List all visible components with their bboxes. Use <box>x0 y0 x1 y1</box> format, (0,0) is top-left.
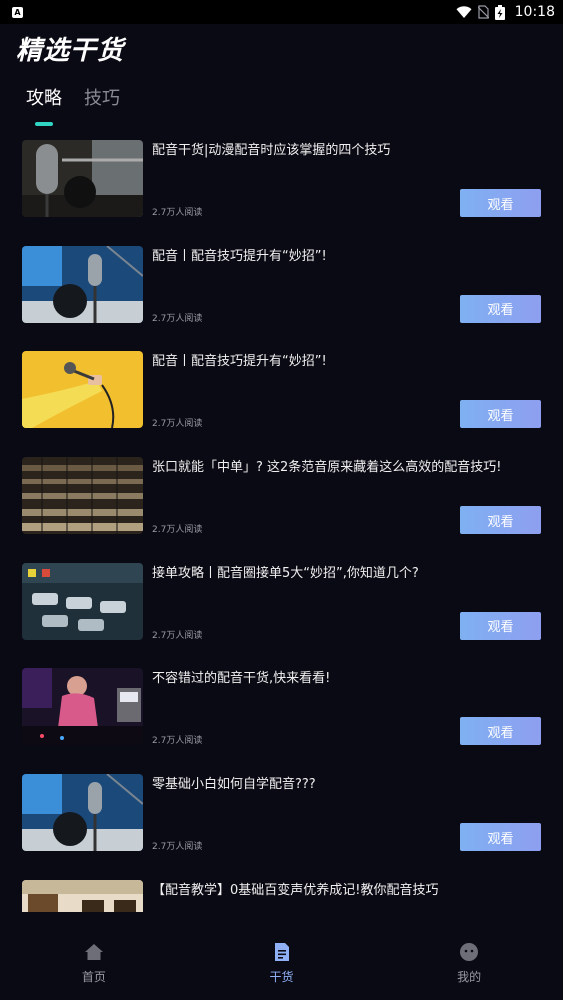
article-thumbnail[interactable] <box>22 140 143 217</box>
mixing-console-icon <box>22 457 143 535</box>
article-item[interactable]: 接单攻略丨配音圈接单5大“妙招”,你知道几个? 2.7万人阅读 观看 <box>0 549 563 655</box>
article-title[interactable]: 接单攻略丨配音圈接单5大“妙招”,你知道几个? <box>152 565 547 583</box>
page-title: 精选干货 <box>16 36 125 66</box>
status-bar: A 10:18 <box>0 0 563 24</box>
watch-button[interactable]: 观看 <box>460 400 541 429</box>
studio-room-icon <box>22 879 143 912</box>
watch-button[interactable]: 观看 <box>460 294 541 323</box>
watch-button[interactable]: 观看 <box>460 611 541 640</box>
article-title[interactable]: 不容错过的配音干货,快来看看! <box>152 670 547 688</box>
watch-button[interactable]: 观看 <box>460 717 541 746</box>
article-read-count: 2.7万人阅读 <box>152 842 203 853</box>
dj-studio-icon <box>22 668 143 746</box>
article-thumbnail[interactable] <box>22 879 143 912</box>
article-item[interactable]: 零基础小白如何自学配音??? 2.7万人阅读 观看 <box>0 760 563 866</box>
article-item[interactable]: 配音干货|动漫配音时应该掌握的四个技巧 2.7万人阅读 观看 <box>0 126 563 232</box>
article-thumbnail[interactable] <box>22 457 143 535</box>
wifi-icon <box>456 5 472 18</box>
article-read-count: 2.7万人阅读 <box>152 208 203 218</box>
watch-button[interactable]: 观看 <box>460 506 541 535</box>
article-item[interactable]: 配音丨配音技巧提升有“妙招”! 2.7万人阅读 观看 <box>0 232 563 338</box>
article-title[interactable]: 张口就能「中单」? 这2条范音原来藏着这么高效的配音技巧! <box>152 459 547 477</box>
article-thumbnail[interactable] <box>22 774 143 852</box>
watch-button[interactable]: 观看 <box>460 189 541 217</box>
article-read-count: 2.7万人阅读 <box>152 313 203 324</box>
status-time: 10:18 <box>514 4 555 20</box>
article-read-count: 2.7万人阅读 <box>152 630 203 641</box>
article-read-count: 2.7万人阅读 <box>152 419 203 430</box>
tab-tips[interactable]: 技巧 <box>84 84 120 120</box>
home-icon <box>84 944 103 960</box>
article-item[interactable]: 张口就能「中单」? 这2条范音原来藏着这么高效的配音技巧! 2.7万人阅读 观看 <box>0 443 563 549</box>
studio-microphone-icon <box>22 140 143 217</box>
audio-mixer-icon <box>22 562 143 640</box>
nav-articles-label: 干货 <box>269 970 294 984</box>
article-item[interactable]: 【配音教学】0基础百变声优养成记!教你配音技巧 <box>0 866 563 912</box>
article-title[interactable]: 配音干货|动漫配音时应该掌握的四个技巧 <box>152 142 547 160</box>
nav-home-label: 首页 <box>81 970 106 984</box>
article-title[interactable]: 配音丨配音技巧提升有“妙招”! <box>152 353 547 371</box>
tab-bar: 攻略 技巧 <box>26 84 120 126</box>
bottom-navigation: 首页 干货 我的 <box>0 912 563 1000</box>
tab-tips-label: 技巧 <box>84 88 120 109</box>
article-read-count: 2.7万人阅读 <box>152 736 203 747</box>
article-item[interactable]: 不容错过的配音干货,快来看看! 2.7万人阅读 观看 <box>0 654 563 760</box>
article-thumbnail[interactable] <box>22 351 143 429</box>
article-item[interactable]: 配音丨配音技巧提升有“妙招”! 2.7万人阅读 观看 <box>0 337 563 443</box>
nav-home[interactable]: 首页 <box>0 912 188 1000</box>
nav-articles[interactable]: 干货 <box>188 912 376 1000</box>
nav-profile-label: 我的 <box>457 970 482 984</box>
tab-guides-label: 攻略 <box>26 88 62 109</box>
tab-guides[interactable]: 攻略 <box>26 84 62 126</box>
document-icon <box>274 943 289 961</box>
watch-button[interactable]: 观看 <box>460 823 541 852</box>
blue-microphone-icon <box>22 245 143 323</box>
profile-icon <box>460 943 479 961</box>
nav-profile[interactable]: 我的 <box>375 912 563 1000</box>
article-thumbnail[interactable] <box>22 668 143 746</box>
article-list[interactable]: 配音干货|动漫配音时应该掌握的四个技巧 2.7万人阅读 观看 配音丨配音技巧提升… <box>0 126 563 912</box>
blue-microphone-icon <box>22 774 143 852</box>
no-sim-icon <box>477 5 489 19</box>
article-thumbnail[interactable] <box>22 245 143 323</box>
hand-microphone-icon <box>22 351 143 429</box>
article-title[interactable]: 配音丨配音技巧提升有“妙招”! <box>152 248 547 266</box>
app-notification-icon: A <box>12 6 23 18</box>
article-title[interactable]: 零基础小白如何自学配音??? <box>152 776 547 794</box>
article-read-count: 2.7万人阅读 <box>152 525 203 536</box>
battery-charging-icon <box>494 4 505 20</box>
article-thumbnail[interactable] <box>22 562 143 640</box>
article-title[interactable]: 【配音教学】0基础百变声优养成记!教你配音技巧 <box>152 882 547 900</box>
